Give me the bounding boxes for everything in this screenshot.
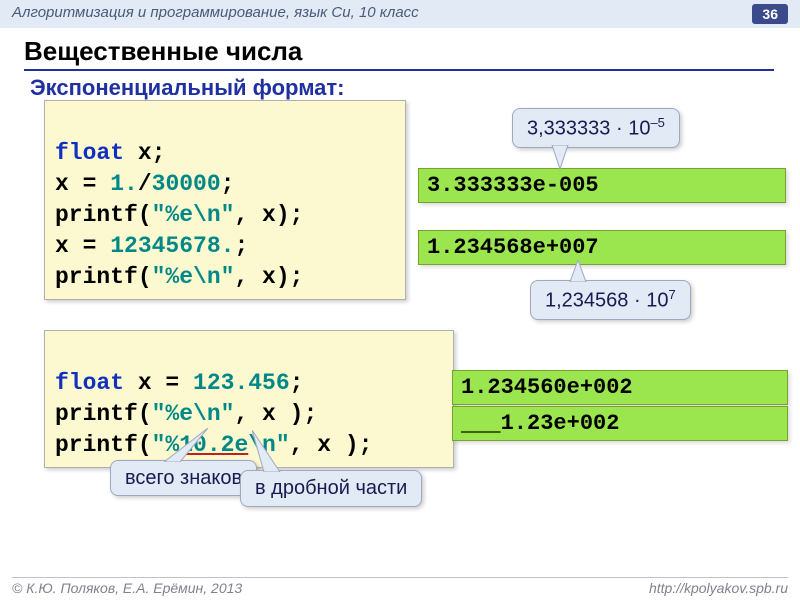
output-2: 1.234568e+007 xyxy=(418,230,786,265)
output-1: 3.333333e-005 xyxy=(418,168,786,203)
output-4: 1.23e+002 xyxy=(452,406,788,441)
page-number: 36 xyxy=(752,4,788,24)
code-block-2: float x = 123.456; printf("%e\n", x ); p… xyxy=(44,330,454,468)
callout-frac-part: в дробной части xyxy=(240,470,422,507)
callout-pointer-icon xyxy=(164,428,214,462)
callout-sci-2: 1,234568 · 107 xyxy=(530,280,691,320)
slide-title: Вещественные числа xyxy=(24,36,774,71)
callout-sci-1: 3,333333 · 10–5 xyxy=(512,108,680,148)
chapter-text: Алгоритмизация и программирование, язык … xyxy=(12,4,419,24)
callout-pointer-icon xyxy=(566,260,590,282)
code-block-1: float x; x = 1./30000; printf("%e\n", x)… xyxy=(44,100,406,300)
slide-footer: © К.Ю. Поляков, Е.А. Ерёмин, 2013 http:/… xyxy=(12,577,788,596)
output-3: 1.234560e+002 xyxy=(452,370,788,405)
slide-subtitle: Экспоненциальный формат: xyxy=(30,75,800,101)
callout-pointer-icon xyxy=(252,430,296,472)
copyright-text: © К.Ю. Поляков, Е.А. Ерёмин, 2013 xyxy=(12,580,242,596)
callout-total-chars: всего знаков xyxy=(110,460,257,496)
site-url: http://kpolyakov.spb.ru xyxy=(649,580,788,596)
callout-pointer-icon xyxy=(548,145,572,171)
slide-header: Алгоритмизация и программирование, язык … xyxy=(0,0,800,28)
